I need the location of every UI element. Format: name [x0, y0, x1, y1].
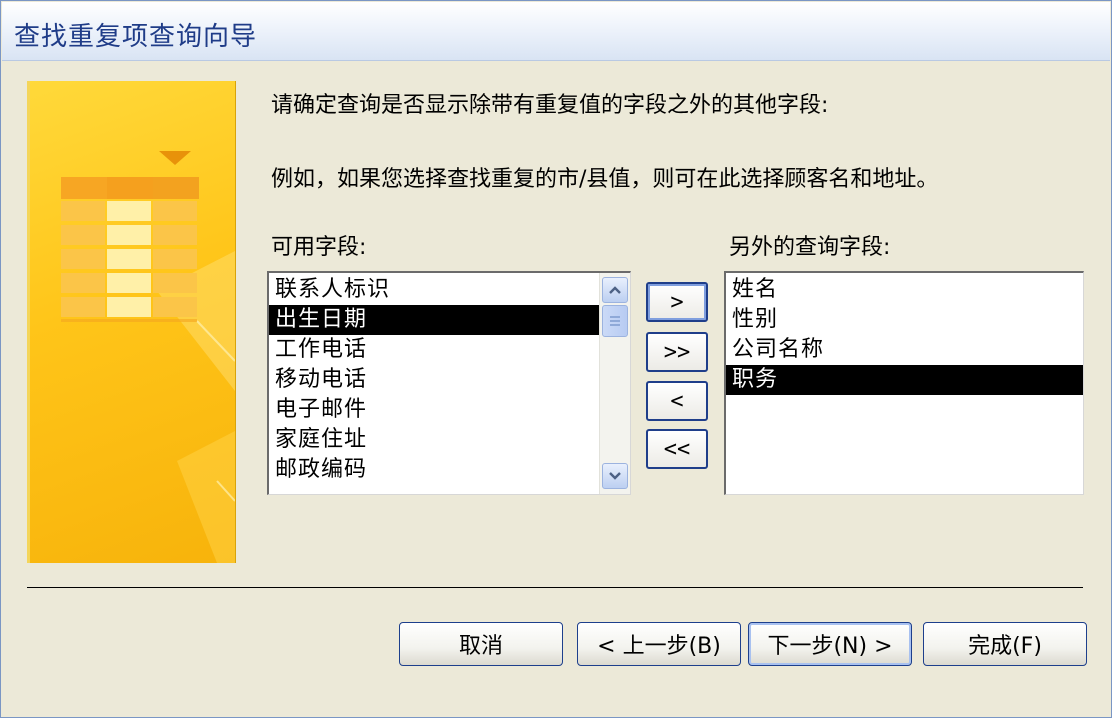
available-fields-list[interactable]: 联系人标识 出生日期 工作电话 移动电话 电子邮件 家庭住址 邮政编码: [267, 271, 631, 495]
scroll-up-button[interactable]: [602, 277, 628, 303]
prompt-line-2: 例如，如果您选择查找重复的市/县值，则可在此选择顾客名和地址。: [271, 167, 939, 192]
footer-divider: [27, 587, 1083, 588]
list-item[interactable]: 性别: [726, 305, 1083, 335]
list-item-selected[interactable]: 出生日期: [269, 305, 600, 335]
chevron-down-icon: [609, 472, 621, 480]
additional-fields-list[interactable]: 姓名 性别 公司名称 职务: [724, 271, 1084, 495]
grip-line: [610, 320, 620, 322]
add-one-button[interactable]: >: [646, 282, 708, 322]
finish-button[interactable]: 完成(F): [923, 622, 1087, 666]
wizard-window: 查找重复项查询向导 请确定查询是否显示除带有重复值的字段之外的其他字段: 例如，…: [0, 0, 1112, 718]
list-item-selected[interactable]: 职务: [726, 365, 1083, 395]
next-button[interactable]: 下一步(N) >: [748, 622, 912, 666]
add-all-button[interactable]: >>: [646, 332, 708, 372]
cancel-button[interactable]: 取消: [399, 622, 563, 666]
remove-all-button[interactable]: <<: [646, 429, 708, 469]
back-button[interactable]: < 上一步(B): [577, 622, 741, 666]
vertical-scrollbar[interactable]: [599, 273, 630, 494]
list-item[interactable]: 姓名: [726, 275, 1083, 305]
prompt-line-1: 请确定查询是否显示除带有重复值的字段之外的其他字段:: [271, 93, 829, 118]
grip-line: [610, 324, 620, 326]
grip-line: [610, 316, 620, 318]
list-item[interactable]: 公司名称: [726, 335, 1083, 365]
additional-fields-label: 另外的查询字段:: [729, 235, 891, 260]
list-item[interactable]: 联系人标识: [269, 275, 600, 305]
scroll-down-button[interactable]: [602, 463, 628, 489]
list-item[interactable]: 工作电话: [269, 335, 600, 365]
title-bar: 查找重复项查询向导: [2, 2, 1110, 61]
list-item[interactable]: 邮政编码: [269, 455, 600, 485]
remove-one-button[interactable]: <: [646, 381, 708, 421]
available-fields-label: 可用字段:: [271, 235, 367, 260]
chevron-up-icon: [609, 286, 621, 294]
scroll-thumb[interactable]: [602, 305, 628, 337]
window-title: 查找重复项查询向导: [14, 22, 258, 52]
wizard-illustration: [27, 81, 236, 563]
list-item[interactable]: 电子邮件: [269, 395, 600, 425]
table-wizard-icon: [61, 151, 235, 563]
list-item[interactable]: 家庭住址: [269, 425, 600, 455]
list-item[interactable]: 移动电话: [269, 365, 600, 395]
